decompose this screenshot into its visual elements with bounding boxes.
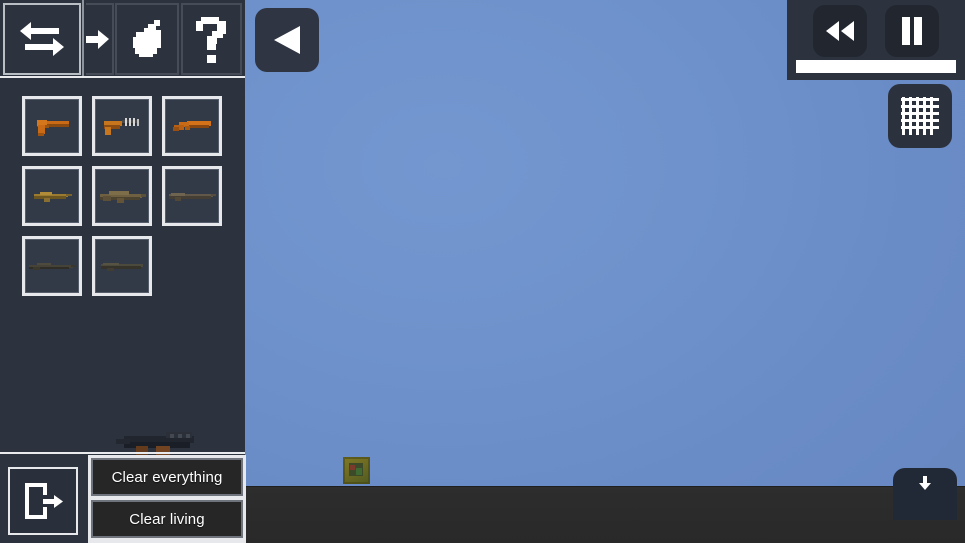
item-cell-pistol[interactable]	[22, 96, 82, 156]
tab-explosives[interactable]	[115, 3, 179, 75]
tab-strip-divider	[82, 0, 84, 78]
sniper-rifle-sprite	[29, 263, 76, 270]
playback-panel	[787, 0, 965, 80]
pause-icon	[902, 17, 922, 45]
item-grid-row	[22, 236, 232, 296]
item-cell-assault-rifle[interactable]	[92, 166, 152, 226]
panel-bottom-rule	[0, 452, 245, 454]
world-entity-crate[interactable]	[341, 455, 372, 486]
grid-toggle-button[interactable]	[888, 84, 952, 148]
crate-marking-green	[356, 468, 362, 475]
pause-button[interactable]	[885, 5, 939, 57]
arrow-right-icon	[86, 30, 109, 49]
pistol-sprite	[37, 120, 69, 136]
exit-door-icon	[25, 483, 63, 519]
save-button[interactable]	[893, 468, 957, 520]
tab-help[interactable]	[181, 3, 242, 75]
rewind-icon	[826, 21, 854, 41]
question-mark-icon	[195, 17, 226, 63]
tab-swap[interactable]	[3, 3, 81, 75]
play-left-icon	[274, 26, 300, 54]
playback-progress-fill	[796, 60, 956, 73]
game-screen: Clear everything Clear living	[0, 0, 965, 543]
battle-rifle-sprite	[169, 193, 216, 201]
item-grid-row	[22, 166, 232, 226]
weapon-item-grid	[22, 96, 232, 306]
item-cell-smg[interactable]	[92, 96, 152, 156]
grid-mesh-icon	[901, 97, 939, 135]
sawed-off-shotgun-sprite	[173, 121, 211, 131]
back-button[interactable]	[255, 8, 319, 72]
item-cell-marksman-rifle[interactable]	[92, 236, 152, 296]
playback-progress-track[interactable]	[796, 60, 956, 73]
crate-marking-red	[350, 465, 355, 470]
rewind-button[interactable]	[813, 5, 867, 57]
download-arrow-icon	[919, 476, 931, 490]
item-cell-battle-rifle[interactable]	[162, 166, 222, 226]
grenade-icon	[133, 20, 161, 57]
playback-controls	[787, 3, 965, 59]
item-cell-carbine[interactable]	[22, 166, 82, 226]
smg-sprite	[104, 118, 139, 135]
tab-next-page[interactable]	[86, 3, 114, 75]
exit-button[interactable]	[8, 467, 78, 535]
swap-arrows-icon	[20, 22, 64, 56]
item-cell-sniper-rifle[interactable]	[22, 236, 82, 296]
item-grid-row	[22, 96, 232, 156]
marksman-rifle-sprite	[101, 263, 143, 271]
clear-actions-group: Clear everything Clear living	[88, 455, 246, 543]
panel-tab-strip	[0, 0, 245, 78]
item-cell-sawed-off[interactable]	[162, 96, 222, 156]
clear-everything-button[interactable]: Clear everything	[91, 458, 243, 496]
panel-top-rule	[0, 76, 245, 78]
assault-rifle-sprite	[100, 191, 146, 203]
clear-living-button[interactable]: Clear living	[91, 500, 243, 538]
carbine-sprite	[34, 192, 72, 202]
